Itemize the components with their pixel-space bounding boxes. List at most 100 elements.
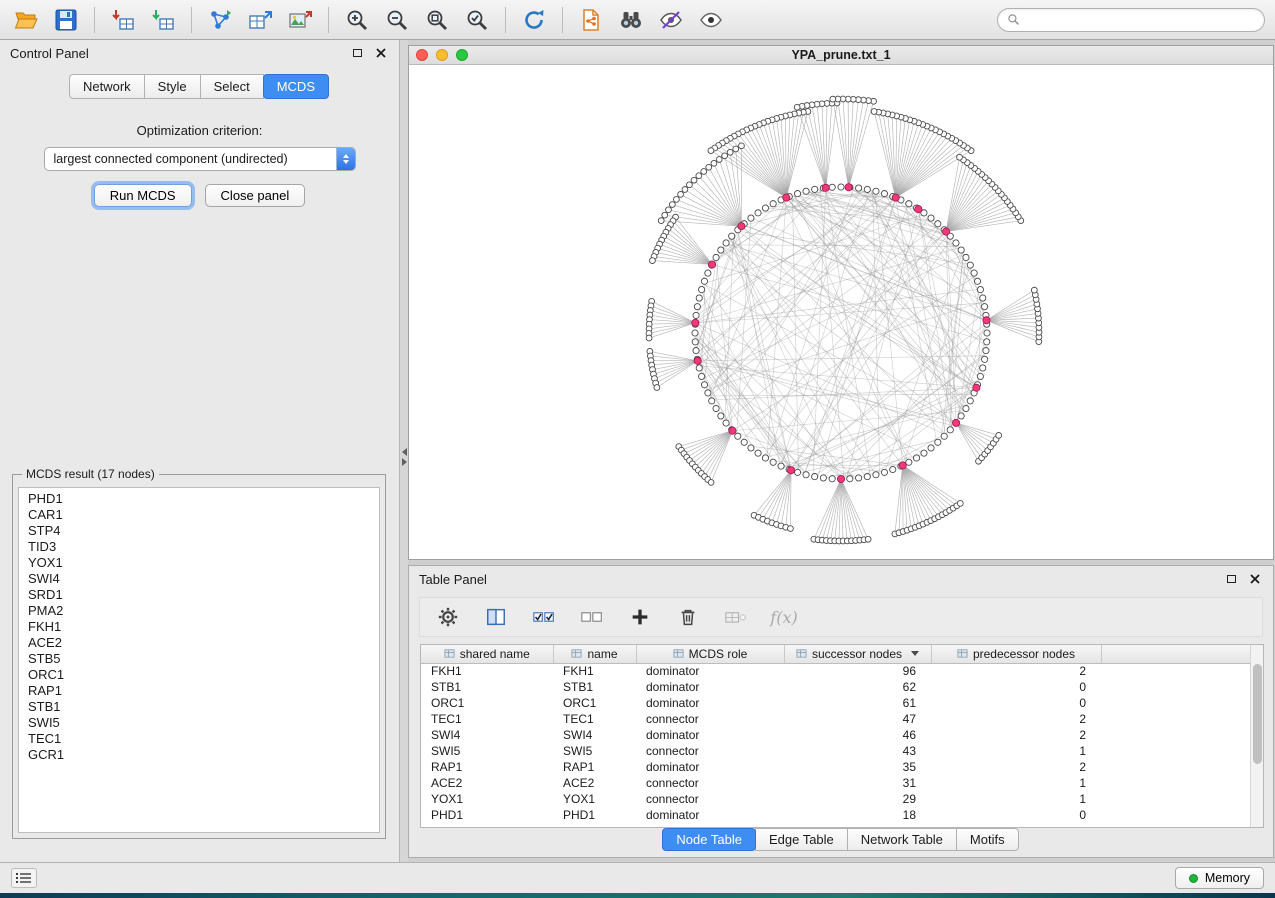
- tab-mcds[interactable]: MCDS: [263, 74, 329, 99]
- table-cell[interactable]: 1: [931, 775, 1101, 791]
- table-cell[interactable]: 96: [784, 663, 931, 679]
- mcds-result-item[interactable]: ORC1: [28, 667, 370, 683]
- window-maximize-icon[interactable]: [456, 49, 468, 61]
- table-row[interactable]: SWI4SWI4dominator462: [421, 727, 1254, 743]
- table-cell[interactable]: [1101, 711, 1254, 727]
- network-graph[interactable]: [409, 65, 1273, 559]
- tab-network-table[interactable]: Network Table: [847, 828, 957, 851]
- mcds-result-list[interactable]: PHD1CAR1STP4TID3YOX1SWI4SRD1PMA2FKH1ACE2…: [18, 487, 380, 833]
- table-cell[interactable]: YOX1: [421, 791, 553, 807]
- table-cell[interactable]: dominator: [636, 663, 784, 679]
- table-cell[interactable]: STB1: [421, 679, 553, 695]
- table-cell[interactable]: 0: [931, 807, 1101, 823]
- column-header-name[interactable]: name: [553, 645, 636, 663]
- toolbar-search-box[interactable]: [997, 8, 1265, 32]
- tab-edge-table[interactable]: Edge Table: [755, 828, 848, 851]
- hide-selected-icon[interactable]: [655, 6, 687, 34]
- table-cell[interactable]: TEC1: [553, 711, 636, 727]
- run-mcds-button[interactable]: Run MCDS: [94, 184, 192, 207]
- table-cell[interactable]: [1101, 679, 1254, 695]
- task-history-icon[interactable]: [11, 868, 37, 888]
- table-row[interactable]: PHD1PHD1dominator180: [421, 807, 1254, 823]
- mcds-result-item[interactable]: FKH1: [28, 619, 370, 635]
- import-network-table-icon[interactable]: [244, 6, 276, 34]
- save-session-icon[interactable]: [50, 6, 82, 34]
- import-table-icon[interactable]: [107, 6, 139, 34]
- table-cell[interactable]: 2: [931, 759, 1101, 775]
- table-cell[interactable]: [1101, 727, 1254, 743]
- table-row[interactable]: ORC1ORC1dominator610: [421, 695, 1254, 711]
- mcds-result-item[interactable]: SWI4: [28, 571, 370, 587]
- show-columns-icon[interactable]: [482, 604, 510, 630]
- table-scrollbar[interactable]: [1250, 645, 1263, 827]
- table-cell[interactable]: 61: [784, 695, 931, 711]
- float-table-panel-icon[interactable]: [1223, 572, 1239, 586]
- mcds-result-item[interactable]: CAR1: [28, 507, 370, 523]
- table-cell[interactable]: 46: [784, 727, 931, 743]
- table-cell[interactable]: 0: [931, 695, 1101, 711]
- dropdown-stepper-icon[interactable]: [336, 148, 355, 170]
- table-cell[interactable]: PHD1: [553, 807, 636, 823]
- export-network-icon[interactable]: [575, 6, 607, 34]
- table-row[interactable]: TEC1TEC1connector472: [421, 711, 1254, 727]
- table-cell[interactable]: 31: [784, 775, 931, 791]
- table-cell[interactable]: SWI4: [421, 727, 553, 743]
- window-minimize-icon[interactable]: [436, 49, 448, 61]
- table-cell[interactable]: ORC1: [421, 695, 553, 711]
- table-cell[interactable]: [1101, 743, 1254, 759]
- network-window-titlebar[interactable]: YPA_prune.txt_1: [409, 46, 1273, 65]
- tab-network[interactable]: Network: [69, 74, 145, 99]
- zoom-fit-icon[interactable]: [421, 6, 453, 34]
- search-network-icon[interactable]: [615, 6, 647, 34]
- table-cell[interactable]: [1101, 775, 1254, 791]
- table-cell[interactable]: 2: [931, 727, 1101, 743]
- panel-splitter[interactable]: [400, 40, 408, 862]
- table-cell[interactable]: connector: [636, 711, 784, 727]
- mcds-result-item[interactable]: ACE2: [28, 635, 370, 651]
- close-table-panel-icon[interactable]: [1247, 572, 1263, 586]
- table-scrollbar-thumb[interactable]: [1253, 664, 1262, 764]
- zoom-out-icon[interactable]: [381, 6, 413, 34]
- select-all-icon[interactable]: [530, 604, 558, 630]
- table-cell[interactable]: dominator: [636, 679, 784, 695]
- column-header-predecessor-nodes[interactable]: predecessor nodes: [931, 645, 1101, 663]
- table-row[interactable]: STB1STB1dominator620: [421, 679, 1254, 695]
- table-cell[interactable]: RAP1: [421, 759, 553, 775]
- table-cell[interactable]: connector: [636, 791, 784, 807]
- mcds-result-item[interactable]: SRD1: [28, 587, 370, 603]
- memory-button[interactable]: Memory: [1175, 867, 1264, 889]
- table-cell[interactable]: TEC1: [421, 711, 553, 727]
- table-cell[interactable]: SWI5: [553, 743, 636, 759]
- table-cell[interactable]: 2: [931, 711, 1101, 727]
- delete-column-icon[interactable]: [674, 604, 702, 630]
- table-cell[interactable]: ACE2: [553, 775, 636, 791]
- mcds-result-item[interactable]: TEC1: [28, 731, 370, 747]
- table-cell[interactable]: 47: [784, 711, 931, 727]
- column-header-shared-name[interactable]: shared name: [421, 645, 553, 663]
- mcds-result-item[interactable]: RAP1: [28, 683, 370, 699]
- export-table-icon[interactable]: [147, 6, 179, 34]
- show-all-icon[interactable]: [695, 6, 727, 34]
- import-network-icon[interactable]: [204, 6, 236, 34]
- table-row[interactable]: SWI5SWI5connector431: [421, 743, 1254, 759]
- table-cell[interactable]: ORC1: [553, 695, 636, 711]
- table-cell[interactable]: dominator: [636, 807, 784, 823]
- table-cell[interactable]: connector: [636, 775, 784, 791]
- table-cell[interactable]: PHD1: [421, 807, 553, 823]
- table-cell[interactable]: 62: [784, 679, 931, 695]
- table-cell[interactable]: connector: [636, 743, 784, 759]
- refresh-view-icon[interactable]: [518, 6, 550, 34]
- table-cell[interactable]: SWI4: [553, 727, 636, 743]
- table-cell[interactable]: YOX1: [553, 791, 636, 807]
- close-panel-button[interactable]: Close panel: [205, 184, 306, 207]
- tab-style[interactable]: Style: [144, 74, 201, 99]
- table-cell[interactable]: [1101, 663, 1254, 679]
- mcds-result-item[interactable]: SWI5: [28, 715, 370, 731]
- table-cell[interactable]: [1101, 791, 1254, 807]
- column-header-mcds-role[interactable]: MCDS role: [636, 645, 784, 663]
- table-cell[interactable]: 18: [784, 807, 931, 823]
- mcds-result-item[interactable]: GCR1: [28, 747, 370, 763]
- table-cell[interactable]: 35: [784, 759, 931, 775]
- zoom-in-icon[interactable]: [341, 6, 373, 34]
- tab-node-table[interactable]: Node Table: [662, 828, 756, 851]
